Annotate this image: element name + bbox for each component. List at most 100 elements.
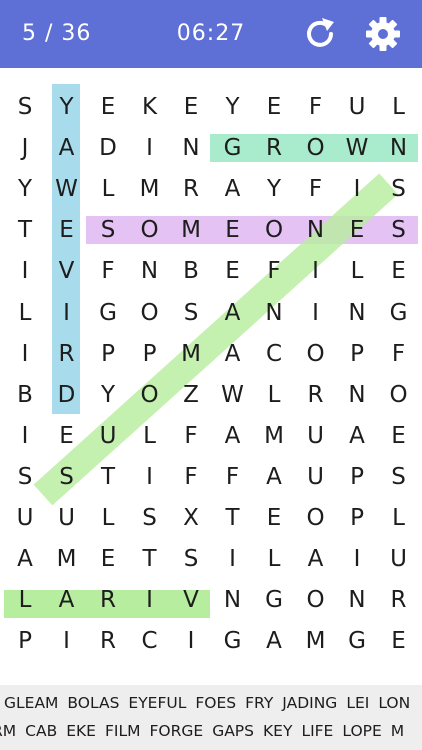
grid-cell[interactable]: P [340, 460, 374, 494]
grid-cell[interactable]: T [8, 213, 42, 247]
grid-cell[interactable]: Y [8, 172, 42, 206]
grid-cell[interactable]: A [216, 337, 250, 371]
grid-cell[interactable]: R [91, 624, 125, 658]
grid-cell[interactable]: I [299, 296, 333, 330]
grid-cell[interactable]: E [257, 90, 291, 124]
grid-cell[interactable]: E [91, 90, 125, 124]
grid-cell[interactable]: U [91, 419, 125, 453]
grid-cell[interactable]: I [50, 296, 84, 330]
grid-cell[interactable]: Y [257, 172, 291, 206]
grid-cell[interactable]: N [340, 583, 374, 617]
grid-cell[interactable]: T [216, 501, 250, 535]
grid-cell[interactable]: M [50, 542, 84, 576]
grid-cell[interactable]: G [382, 296, 416, 330]
grid-cell[interactable]: O [299, 131, 333, 165]
grid-cell[interactable]: R [174, 172, 208, 206]
grid-cell[interactable]: F [299, 90, 333, 124]
grid-cell[interactable]: M [257, 419, 291, 453]
grid-cell[interactable]: N [382, 131, 416, 165]
grid-cell[interactable]: F [216, 460, 250, 494]
grid-cell[interactable]: P [8, 624, 42, 658]
grid-cell[interactable]: G [216, 624, 250, 658]
grid-cell[interactable]: D [91, 131, 125, 165]
grid-cell[interactable]: U [299, 460, 333, 494]
grid-cell[interactable]: P [340, 337, 374, 371]
grid-cell[interactable]: W [50, 172, 84, 206]
grid-cell[interactable]: E [216, 254, 250, 288]
grid-cell[interactable]: E [382, 624, 416, 658]
grid-cell[interactable]: I [174, 624, 208, 658]
grid-cell[interactable]: S [133, 501, 167, 535]
grid-cell[interactable]: E [50, 213, 84, 247]
grid-cell[interactable]: N [340, 378, 374, 412]
grid-cell[interactable]: L [340, 254, 374, 288]
grid-cell[interactable]: N [257, 296, 291, 330]
grid-cell[interactable]: O [257, 213, 291, 247]
grid-cell[interactable]: E [382, 419, 416, 453]
grid-cell[interactable]: F [91, 254, 125, 288]
grid-cell[interactable]: E [382, 254, 416, 288]
grid-cell[interactable]: K [133, 90, 167, 124]
grid-cell[interactable]: P [133, 337, 167, 371]
grid-cell[interactable]: I [133, 131, 167, 165]
grid-cell[interactable]: A [216, 419, 250, 453]
grid-cell[interactable]: E [257, 501, 291, 535]
grid-cell[interactable]: N [174, 131, 208, 165]
grid-cell[interactable]: O [382, 378, 416, 412]
grid-cell[interactable]: A [50, 583, 84, 617]
grid-cell[interactable]: N [216, 583, 250, 617]
grid-cell[interactable]: A [299, 542, 333, 576]
grid-cell[interactable]: T [91, 460, 125, 494]
grid-cell[interactable]: R [50, 337, 84, 371]
grid-cell[interactable]: E [91, 542, 125, 576]
grid-cell[interactable]: R [382, 583, 416, 617]
grid-cell[interactable]: S [174, 542, 208, 576]
grid-cell[interactable]: S [382, 460, 416, 494]
grid-cell[interactable]: E [340, 213, 374, 247]
grid-cell[interactable]: M [133, 172, 167, 206]
grid-cell[interactable]: S [8, 460, 42, 494]
grid-cell[interactable]: U [382, 542, 416, 576]
grid-cell[interactable]: O [133, 378, 167, 412]
grid-cell[interactable]: A [257, 624, 291, 658]
grid-cell[interactable]: I [8, 337, 42, 371]
grid-cell[interactable]: J [8, 131, 42, 165]
grid-cell[interactable]: B [174, 254, 208, 288]
grid-cell[interactable]: L [257, 542, 291, 576]
grid-cell[interactable]: L [257, 378, 291, 412]
grid-cell[interactable]: G [340, 624, 374, 658]
grid-cell[interactable]: L [8, 296, 42, 330]
grid-cell[interactable]: W [340, 131, 374, 165]
grid-cell[interactable]: G [91, 296, 125, 330]
grid-cell[interactable]: C [133, 624, 167, 658]
grid-cell[interactable]: M [299, 624, 333, 658]
grid-cell[interactable]: A [50, 131, 84, 165]
grid-cell[interactable]: A [216, 296, 250, 330]
grid-cell[interactable]: L [8, 583, 42, 617]
grid-cell[interactable]: C [257, 337, 291, 371]
grid-cell[interactable]: S [91, 213, 125, 247]
grid-cell[interactable]: I [8, 254, 42, 288]
grid-cell[interactable]: F [257, 254, 291, 288]
grid-cell[interactable]: U [8, 501, 42, 535]
grid-cell[interactable]: S [382, 213, 416, 247]
grid-cell[interactable]: Y [91, 378, 125, 412]
grid-cell[interactable]: L [133, 419, 167, 453]
grid-cell[interactable]: T [133, 542, 167, 576]
grid-cell[interactable]: A [340, 419, 374, 453]
grid-cell[interactable]: F [174, 419, 208, 453]
grid-cell[interactable]: I [340, 172, 374, 206]
grid-cell[interactable]: Y [216, 90, 250, 124]
grid-cell[interactable]: O [133, 213, 167, 247]
grid-cell[interactable]: S [382, 172, 416, 206]
grid-cell[interactable]: O [299, 583, 333, 617]
grid-cell[interactable]: U [340, 90, 374, 124]
grid-cell[interactable]: S [50, 460, 84, 494]
grid-cell[interactable]: L [382, 90, 416, 124]
grid-cell[interactable]: F [174, 460, 208, 494]
grid-cell[interactable]: E [216, 213, 250, 247]
grid-cell[interactable]: L [91, 172, 125, 206]
grid-cell[interactable]: N [133, 254, 167, 288]
grid-cell[interactable]: U [299, 419, 333, 453]
restart-button[interactable] [300, 14, 340, 54]
